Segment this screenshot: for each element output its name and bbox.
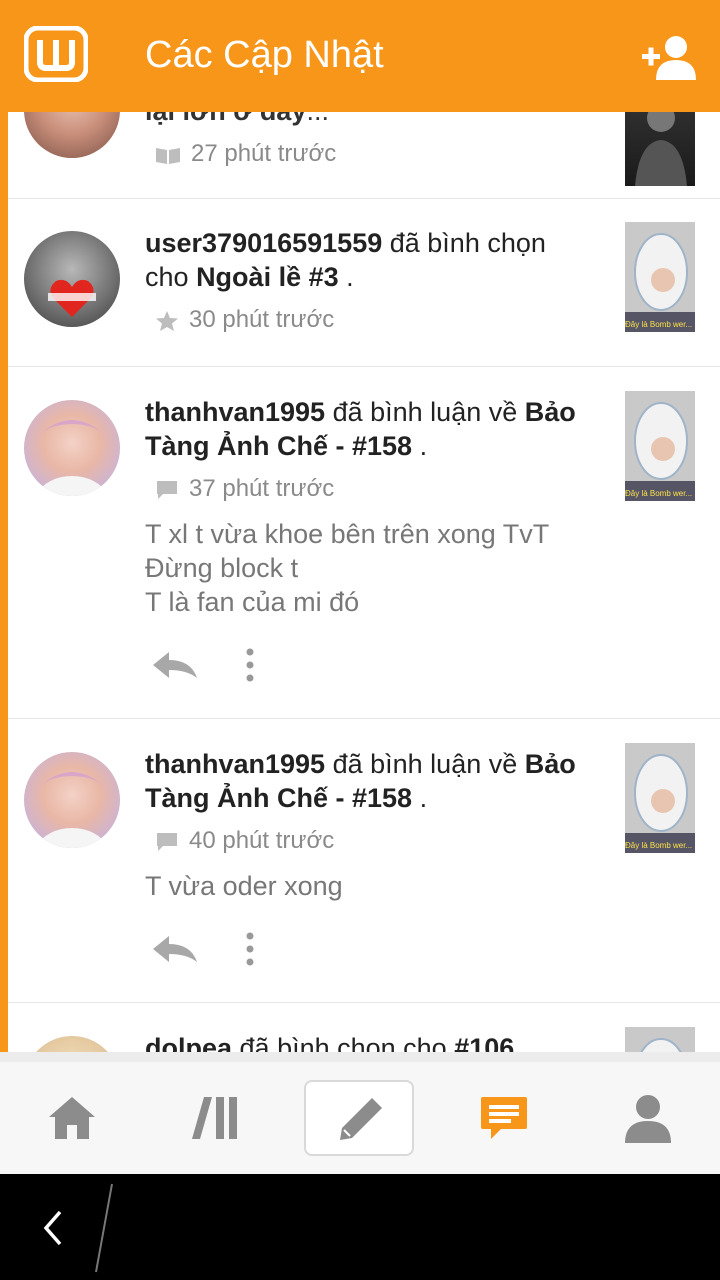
story-link[interactable]: Tàng Ảnh Chế - #158 [145,783,412,813]
feed-item[interactable]: thanhvan1995 đã bình luận về Bảo Tàng Ản… [8,719,720,1003]
pencil-icon [340,1098,382,1140]
story-link[interactable]: #106 [454,1033,514,1052]
more-options-icon[interactable] [244,648,256,682]
story-link[interactable]: Tàng Ảnh Chế - #158 [145,431,412,461]
comment-text-line: T là fan của mi đó [145,587,360,617]
activity-meta: 40 phút trước [155,827,334,855]
app-header: Các Cập Nhật [0,0,720,112]
activity-text-line2: Tàng Ảnh Chế - #158 . [145,431,428,461]
avatar[interactable] [24,1036,120,1052]
thumbnail-caption: Đây là Bomb wer... [625,320,693,329]
activity-text: dolpea đã bình chọn cho #106 [145,1031,514,1052]
avatar[interactable] [24,231,120,327]
comment-icon [157,480,177,499]
activity-text-line2: cho Ngoài lề #3 . [145,262,354,292]
thumbnail-caption: Đây là Bomb wer... [625,841,693,850]
avatar[interactable] [24,752,120,848]
activity-time: 30 phút trước [189,306,335,333]
page-title: Các Cập Nhật [145,34,384,76]
feed-item[interactable]: user379016591559 đã bình chọn cho Ngoài … [8,198,720,367]
profile-icon [625,1095,671,1143]
activity-text: lại lơn ở đây... [145,112,329,128]
home-icon [49,1097,95,1139]
bottom-navigation [0,1052,720,1174]
story-link[interactable]: Bảo [525,749,576,779]
divider-line [95,1183,113,1273]
feed-item[interactable]: thanhvan1995 đã bình luận về Bảo Tàng Ản… [8,367,720,719]
back-arrow-icon[interactable] [40,1208,66,1248]
comment-icon [157,832,177,851]
activity-meta: 30 phút trước [155,306,334,334]
story-cover-thumbnail[interactable]: Đây là Bomb wer... [625,743,695,853]
story-cover-thumbnail[interactable]: Đây là Bomb wer... [625,391,695,501]
story-cover-thumbnail[interactable]: Đây là Bomb wer... [625,222,695,332]
book-icon [156,147,180,164]
nav-write[interactable] [304,1080,414,1156]
comment-text-line: Đừng block t [145,553,299,583]
comment-text-line: T vừa oder xong [145,871,343,901]
activity-meta: 27 phút trước [155,140,336,168]
activity-time: 40 phút trước [189,827,335,854]
updates-feed[interactable]: lại lơn ở đây... 27 phút trước user37901… [8,112,720,1052]
thumbnail-caption: Đây là Bomb wer... [625,489,693,498]
activity-time: 27 phút trước [191,140,337,167]
comment-text-line: T xl t vừa khoe bên trên xong TvT [145,519,550,549]
activity-text: thanhvan1995 đã bình luận về Bảo [145,397,576,427]
more-options-icon[interactable] [244,932,256,966]
reply-icon[interactable] [151,934,199,964]
add-user-icon[interactable] [640,34,698,80]
story-cover-thumbnail[interactable] [625,1027,695,1052]
nav-home[interactable] [0,1062,144,1174]
story-cover-thumbnail[interactable] [625,112,695,186]
nav-library[interactable] [144,1062,288,1174]
library-icon [192,1097,237,1139]
story-link[interactable]: Ngoài lề #3 [196,262,339,292]
feed-item[interactable]: dolpea đã bình chọn cho #106 [8,1003,720,1052]
nav-profile[interactable] [576,1062,720,1174]
message-icon [481,1097,527,1139]
activity-text: thanhvan1995 đã bình luận về Bảo [145,749,576,779]
activity-text: user379016591559 đã bình chọn [145,228,546,258]
system-navigation-bar [0,1174,720,1280]
activity-time: 37 phút trước [189,475,335,502]
avatar[interactable] [24,112,120,158]
activity-text-line2: Tàng Ảnh Chế - #158 . [145,783,428,813]
feed-item[interactable]: lại lơn ở đây... 27 phút trước [8,112,720,199]
avatar[interactable] [24,400,120,496]
reply-icon[interactable] [151,650,199,680]
nav-updates[interactable] [432,1062,576,1174]
activity-meta: 37 phút trước [155,475,334,503]
wattpad-logo-icon[interactable] [24,26,88,82]
story-link[interactable]: Bảo [525,397,576,427]
accent-bar [0,112,8,1052]
star-icon [156,310,178,331]
